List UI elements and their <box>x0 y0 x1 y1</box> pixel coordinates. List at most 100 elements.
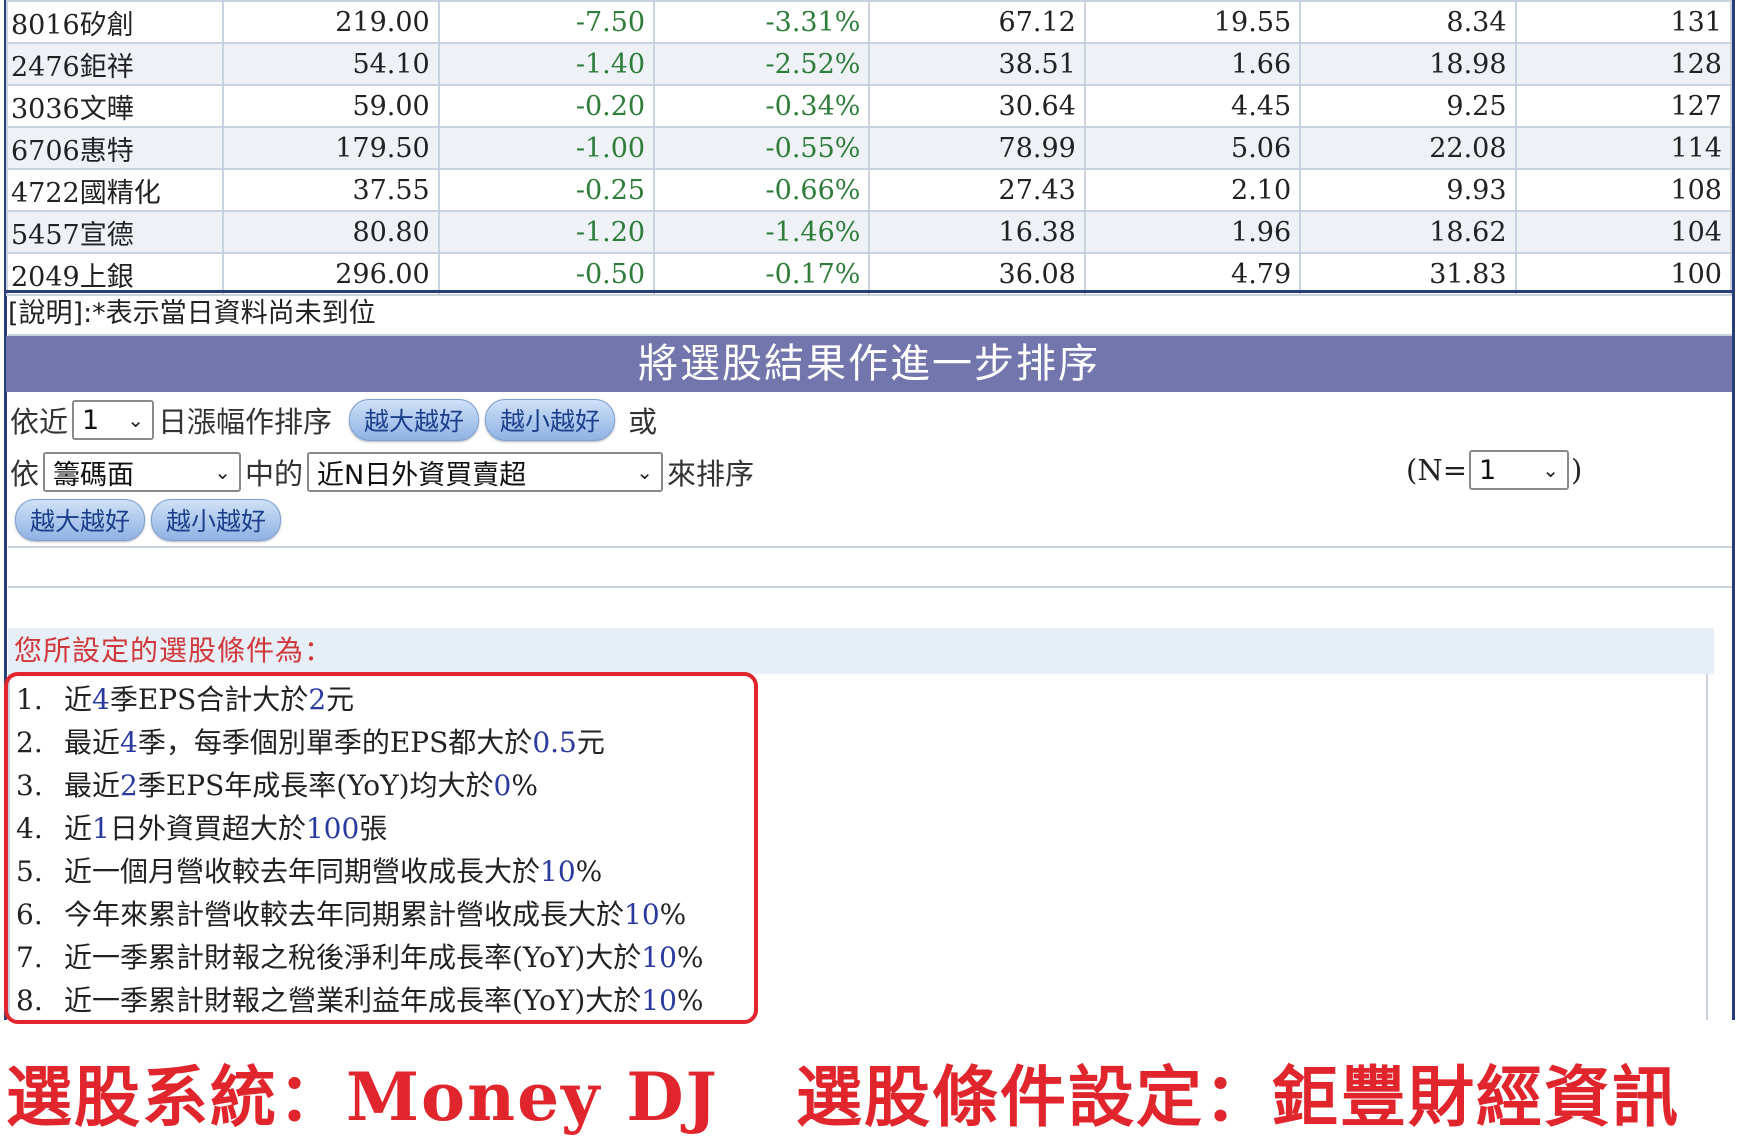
table-cell-pct: -0.34% <box>653 84 871 128</box>
table-cell-v3: 9.93 <box>1299 168 1517 212</box>
table-bottom-border <box>6 290 1732 293</box>
table-cell-price: 296.00 <box>222 252 440 296</box>
sort-prefix-label: 依近 <box>10 405 69 439</box>
table-cell-v4: 131 <box>1514 0 1733 44</box>
table-cell-v4: 127 <box>1514 84 1733 128</box>
metric-prefix-label: 依 <box>10 457 40 491</box>
n-select-value: 1 <box>1479 454 1497 486</box>
table-cell-v4: 100 <box>1514 252 1733 296</box>
table-cell-v4: 104 <box>1514 210 1733 254</box>
sort-suffix-label: 日漲幅作排序 <box>158 405 333 439</box>
table-cell-v2: 19.55 <box>1083 0 1302 44</box>
days-select-value: 1 <box>82 404 100 436</box>
divider <box>8 586 1732 588</box>
table-cell-v2: 4.45 <box>1083 84 1302 128</box>
table-cell-v3: 18.98 <box>1299 42 1517 86</box>
table-cell-v3: 18.62 <box>1299 210 1517 254</box>
n-select[interactable]: 1 ⌄ <box>1469 450 1569 490</box>
stock-name-cell[interactable]: 2049上銀 <box>5 252 225 296</box>
divider <box>8 546 1732 548</box>
metric-select[interactable]: 近N日外資買賣超 ⌄ <box>307 452 664 492</box>
footer-system-caption: 選股系統：Money DJ <box>6 1058 719 1136</box>
category-select[interactable]: 籌碼面 ⌄ <box>43 452 242 492</box>
frame-right-border <box>1732 0 1735 1020</box>
table-cell-v1: 30.64 <box>868 84 1086 128</box>
table-cell-change: -0.25 <box>437 168 656 212</box>
table-cell-v4: 114 <box>1514 126 1733 170</box>
sort-asc-button[interactable]: 越小越好 <box>485 399 616 441</box>
table-cell-price: 179.50 <box>222 126 440 170</box>
category-select-value: 籌碼面 <box>53 459 135 491</box>
stock-name-cell[interactable]: 2476鉅祥 <box>5 42 225 86</box>
stock-name-cell[interactable]: 5457宣德 <box>5 210 225 254</box>
table-cell-v2: 1.96 <box>1083 210 1302 254</box>
table-cell-pct: -0.55% <box>653 126 871 170</box>
table-cell-pct: -3.31% <box>653 0 871 44</box>
or-label: 或 <box>628 405 658 439</box>
annotation-highlight-box <box>4 672 758 1024</box>
sort-row-metric-buttons: 越大越好 越小越好 <box>12 498 284 542</box>
table-row: 2476鉅祥 54.10 -1.40 -2.52% 38.51 1.66 18.98 128 <box>5 42 1733 86</box>
conditions-header: 您所設定的選股條件為： <box>8 628 1714 674</box>
table-note: [說明]:*表示當日資料尚未到位 <box>8 294 1732 336</box>
table-row: 5457宣德 80.80 -1.20 -1.46% 16.38 1.96 18.62 104 <box>5 210 1733 254</box>
table-row: 2049上銀 296.00 -0.50 -0.17% 36.08 4.79 31.83 100 <box>5 252 1733 296</box>
table-cell-price: 59.00 <box>222 84 440 128</box>
metric-select-value: 近N日外資買賣超 <box>317 459 527 491</box>
stock-name-cell[interactable]: 3036文曄 <box>5 84 225 128</box>
table-cell-pct: -0.66% <box>653 168 871 212</box>
table-cell-pct: -1.46% <box>653 210 871 254</box>
table-cell-v1: 38.51 <box>868 42 1086 86</box>
stock-name-cell[interactable]: 6706惠特 <box>5 126 225 170</box>
table-cell-price: 37.55 <box>222 168 440 212</box>
sort-section-title: 將選股結果作進一步排序 <box>6 336 1732 392</box>
metric-mid-label: 中的 <box>245 457 304 491</box>
chevron-down-icon: ⌄ <box>127 408 145 432</box>
stock-name-cell[interactable]: 8016矽創 <box>5 0 225 44</box>
chevron-down-icon: ⌄ <box>214 460 232 484</box>
table-row: 8016矽創 219.00 -7.50 -3.31% 67.12 19.55 8.34 131 <box>5 0 1733 44</box>
table-cell-v3: 9.25 <box>1299 84 1517 128</box>
table-cell-v4: 128 <box>1514 42 1733 86</box>
sort-desc-button[interactable]: 越大越好 <box>349 399 480 441</box>
table-cell-v1: 78.99 <box>868 126 1086 170</box>
table-cell-v1: 67.12 <box>868 0 1086 44</box>
table-cell-v1: 16.38 <box>868 210 1086 254</box>
table-row: 3036文曄 59.00 -0.20 -0.34% 30.64 4.45 9.25 127 <box>5 84 1733 128</box>
chevron-down-icon: ⌄ <box>636 460 654 484</box>
metric-sort-asc-button[interactable]: 越小越好 <box>151 499 282 541</box>
table-cell-v1: 27.43 <box>868 168 1086 212</box>
table-cell-v3: 31.83 <box>1299 252 1517 296</box>
table-cell-v2: 1.66 <box>1083 42 1302 86</box>
metric-suffix-label: 來排序 <box>667 457 755 491</box>
chevron-down-icon: ⌄ <box>1542 458 1559 482</box>
table-cell-price: 80.80 <box>222 210 440 254</box>
table-cell-v4: 108 <box>1514 168 1733 212</box>
results-body: 8016矽創 219.00 -7.50 -3.31% 67.12 19.55 8.34 131… <box>5 0 1733 296</box>
table-cell-v3: 8.34 <box>1299 0 1517 44</box>
table-cell-change: -0.20 <box>437 84 656 128</box>
table-cell-change: -7.50 <box>437 0 656 44</box>
table-cell-price: 219.00 <box>222 0 440 44</box>
table-cell-v2: 5.06 <box>1083 126 1302 170</box>
n-suffix-label: ) <box>1571 453 1583 487</box>
table-cell-pct: -2.52% <box>653 42 871 86</box>
n-control: (N= 1 ⌄ ) <box>1406 450 1582 490</box>
table-cell-price: 54.10 <box>222 42 440 86</box>
page: 8016矽創 219.00 -7.50 -3.31% 67.12 19.55 8.34 131… <box>0 0 1738 1148</box>
table-cell-change: -1.00 <box>437 126 656 170</box>
table-cell-v2: 4.79 <box>1083 252 1302 296</box>
metric-sort-desc-button[interactable]: 越大越好 <box>15 499 146 541</box>
sort-row-price: 依近 1 ⌄ 日漲幅作排序 越大越好 越小越好 或 <box>10 398 657 442</box>
days-select[interactable]: 1 ⌄ <box>72 400 155 440</box>
table-cell-change: -1.40 <box>437 42 656 86</box>
n-prefix-label: (N= <box>1406 453 1467 487</box>
stock-name-cell[interactable]: 4722國精化 <box>5 168 225 212</box>
table-cell-v3: 22.08 <box>1299 126 1517 170</box>
table-cell-pct: -0.17% <box>653 252 871 296</box>
table-cell-change: -0.50 <box>437 252 656 296</box>
table-cell-v1: 36.08 <box>868 252 1086 296</box>
table-row: 4722國精化 37.55 -0.25 -0.66% 27.43 2.10 9.93 108 <box>5 168 1733 212</box>
table-row: 6706惠特 179.50 -1.00 -0.55% 78.99 5.06 22.08 114 <box>5 126 1733 170</box>
table-cell-change: -1.20 <box>437 210 656 254</box>
